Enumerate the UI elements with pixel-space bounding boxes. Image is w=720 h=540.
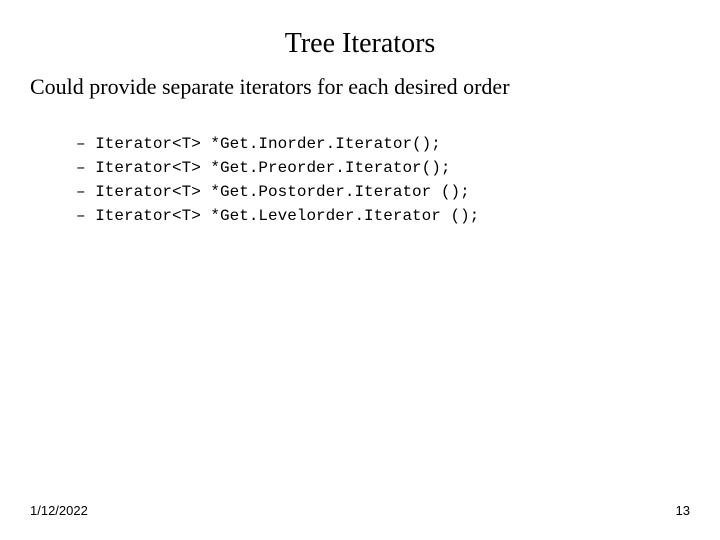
code-line: – Iterator<T> *Get.Levelorder.Iterator (… bbox=[76, 207, 479, 225]
slide-title: Tree Iterators bbox=[0, 0, 720, 60]
slide: Tree Iterators Could provide separate it… bbox=[0, 0, 720, 540]
slide-footer: 1/12/2022 13 bbox=[30, 503, 690, 518]
code-block: – Iterator<T> *Get.Inorder.Iterator(); –… bbox=[0, 100, 720, 228]
footer-date: 1/12/2022 bbox=[30, 503, 88, 518]
footer-page: 13 bbox=[676, 503, 690, 518]
code-line: – Iterator<T> *Get.Preorder.Iterator(); bbox=[76, 159, 450, 177]
code-line: – Iterator<T> *Get.Postorder.Iterator ()… bbox=[76, 183, 470, 201]
slide-body: Could provide separate iterators for eac… bbox=[0, 60, 720, 100]
code-line: – Iterator<T> *Get.Inorder.Iterator(); bbox=[76, 135, 441, 153]
